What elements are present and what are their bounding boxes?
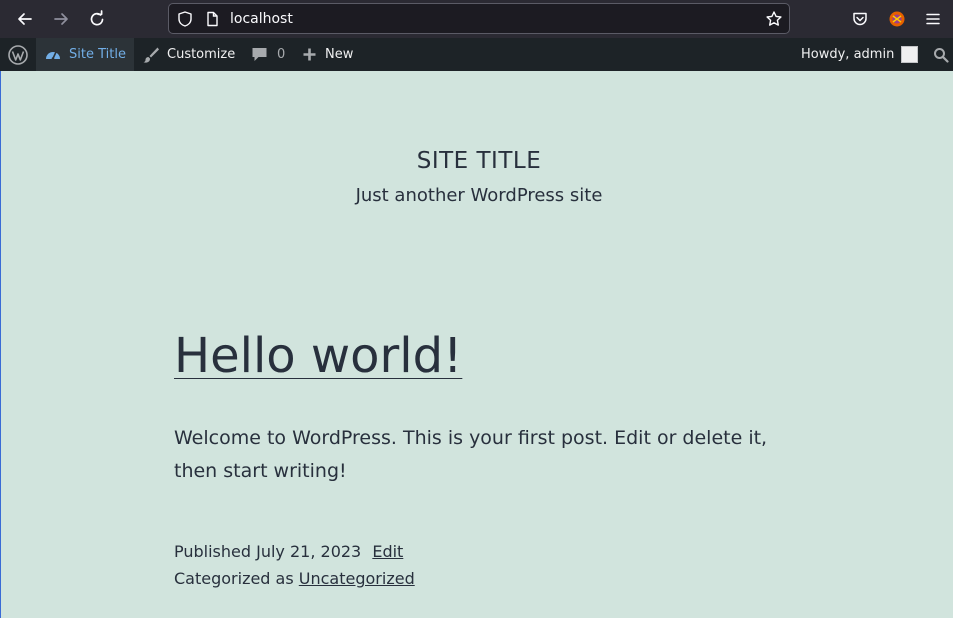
pocket-icon (853, 12, 867, 26)
avatar (901, 46, 919, 63)
post-date: July 21, 2023 (256, 542, 362, 561)
url-text[interactable]: localhost (230, 10, 293, 28)
menu-button[interactable] (919, 5, 947, 33)
post-title-link[interactable]: Hello world! (174, 328, 462, 384)
wp-admin-bar: Site Title Customize 0 New Howdy, admin (0, 38, 953, 71)
paintbrush-icon (143, 47, 159, 63)
back-button[interactable] (11, 5, 39, 33)
reload-button[interactable] (83, 5, 111, 33)
arrow-left-icon (18, 13, 32, 25)
search-icon (934, 47, 949, 63)
browser-toolbar: localhost (0, 0, 953, 38)
customize-label: Customize (167, 47, 236, 62)
comment-bubble-icon (252, 48, 267, 61)
admin-bar-my-account[interactable]: Howdy, admin (801, 38, 919, 71)
published-prefix: Published (174, 542, 252, 561)
hamburger-icon (926, 13, 940, 25)
wordpress-logo-icon (8, 44, 28, 65)
shield-icon[interactable] (176, 10, 194, 28)
comments-count: 0 (277, 47, 286, 62)
categorized-prefix: Categorized as (174, 569, 294, 588)
dashboard-icon (46, 50, 60, 60)
admin-bar-site-name[interactable]: Site Title (36, 38, 134, 71)
post-content: Welcome to WordPress. This is your first… (174, 427, 768, 482)
howdy-label: Howdy, admin (801, 47, 895, 62)
admin-bar-search[interactable] (933, 38, 949, 71)
pocket-button[interactable] (846, 5, 874, 33)
star-icon[interactable] (765, 10, 783, 28)
edit-post-link[interactable]: Edit (372, 542, 403, 561)
new-label: New (325, 47, 354, 62)
admin-bar-new-content[interactable]: New (302, 38, 353, 71)
post-meta-published: Published July 21, 2023 Edit (174, 542, 403, 561)
extension-button[interactable] (883, 5, 911, 33)
site-title[interactable]: SITE TITLE (0, 148, 953, 174)
arrow-right-icon (54, 13, 68, 25)
site-tagline: Just another WordPress site (355, 185, 603, 206)
wp-logo-menu[interactable] (8, 38, 28, 71)
category-link[interactable]: Uncategorized (299, 569, 415, 588)
page-icon (203, 10, 221, 28)
forward-button[interactable] (47, 5, 75, 33)
admin-bar-customize[interactable]: Customize (142, 38, 235, 71)
admin-bar-comments[interactable]: 0 (251, 38, 285, 71)
site-name-label: Site Title (69, 47, 126, 62)
post-meta-categories: Categorized as Uncategorized (174, 569, 415, 588)
address-bar[interactable]: localhost (168, 3, 790, 34)
plus-icon (303, 48, 316, 61)
firefox-extension-icon (889, 11, 905, 27)
reload-icon (90, 10, 104, 26)
